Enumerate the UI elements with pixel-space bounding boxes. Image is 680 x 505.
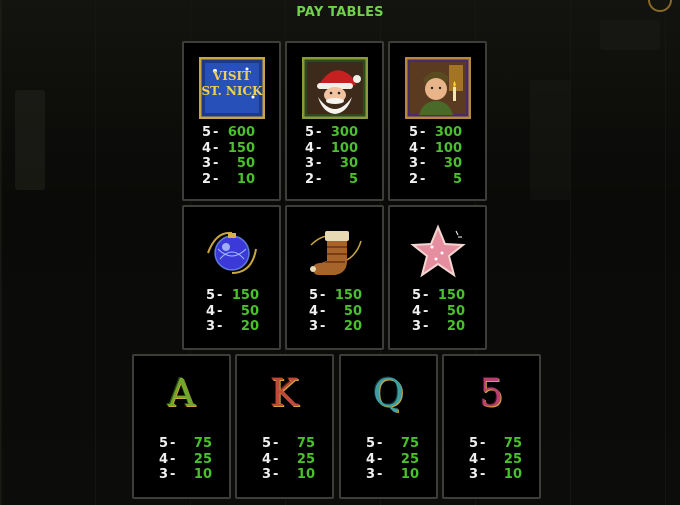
payout-row: 5-300 [409, 125, 462, 140]
payout-row: 4-50 [412, 303, 465, 319]
payout-row: 3-30 [305, 156, 358, 171]
payout-row: 3-10 [469, 467, 522, 482]
payout-row: 4-100 [409, 140, 462, 156]
payout-row: 4-25 [159, 451, 212, 467]
paytable-card-santa: 5-300 4-100 3-30 2-5 [285, 41, 384, 201]
stocking-icon [309, 231, 362, 275]
letter-q-icon: Q [372, 371, 405, 415]
paytable-card-5: 5 5-75 4-25 3-10 [442, 354, 541, 499]
payout-row: 4-100 [305, 140, 358, 156]
payout-row: 5-600 [202, 125, 255, 140]
boy-with-candle-icon [404, 57, 471, 119]
payout-list: 5-75 4-25 3-10 [262, 436, 315, 483]
letter-k-icon: K [270, 371, 299, 415]
payout-row: 5-300 [305, 125, 358, 140]
payout-list: 5-75 4-25 3-10 [469, 436, 522, 483]
payout-list: 5-75 4-25 3-10 [366, 436, 419, 483]
payout-row: 5-75 [159, 436, 212, 451]
payout-row: 2-5 [305, 171, 358, 187]
paytable-card-Q: Q 5-75 4-25 3-10 [339, 354, 438, 499]
payout-row: 3-10 [366, 467, 419, 482]
payout-row: 5-150 [412, 288, 465, 303]
letter-a-icon: A [167, 371, 196, 415]
payout-list: 5-75 4-25 3-10 [159, 436, 212, 483]
star-cookie-icon [409, 224, 466, 278]
background-decor [15, 90, 45, 190]
payout-row: 5-150 [206, 288, 259, 303]
paytable-card-ornament: 5-150 4-50 3-20 [182, 205, 281, 350]
logo-text: VISIT ST. NICK [201, 69, 263, 98]
payout-row: 4-25 [366, 451, 419, 467]
background-decor [600, 20, 660, 50]
paytable-card-star: 5-150 4-50 3-20 [388, 205, 487, 350]
payout-row: 5-75 [262, 436, 315, 451]
payout-list: 5-150 4-50 3-20 [206, 288, 259, 335]
payout-row: 5-150 [309, 288, 362, 303]
payout-row: 3-30 [409, 156, 462, 171]
ornament-icon [206, 231, 257, 274]
paytable-card-visit-st-nick: VISIT ST. NICK 5-600 4-150 3-50 2-10 [182, 41, 281, 201]
payout-row: 3-10 [262, 467, 315, 482]
paytable-card-A: A 5-75 4-25 3-10 [132, 354, 231, 499]
payout-row: 4-25 [262, 451, 315, 467]
page-title: PAY TABLES [296, 5, 384, 20]
payout-list: 5-150 4-50 3-20 [412, 288, 465, 335]
payout-list: 5-300 4-100 3-30 2-5 [409, 125, 462, 187]
payout-row: 3-20 [412, 319, 465, 334]
payout-row: 3-50 [202, 156, 255, 171]
paytable-card-boy: 5-300 4-100 3-30 2-5 [388, 41, 487, 201]
payout-list: 5-150 4-50 3-20 [309, 288, 362, 335]
payout-list: 5-300 4-100 3-30 2-5 [305, 125, 358, 187]
paytable-card-K: K 5-75 4-25 3-10 [235, 354, 334, 499]
number-5-icon: 5 [479, 371, 504, 415]
payout-row: 4-50 [206, 303, 259, 319]
payout-row: 4-150 [202, 140, 255, 156]
payout-row: 2-10 [202, 171, 255, 187]
payout-row: 3-10 [159, 467, 212, 482]
payout-row: 4-25 [469, 451, 522, 467]
background-decor [530, 80, 570, 200]
payout-list: 5-600 4-150 3-50 2-10 [202, 125, 255, 187]
santa-icon [301, 57, 368, 119]
payout-row: 5-75 [366, 436, 419, 451]
payout-row: 4-50 [309, 303, 362, 319]
payout-row: 2-5 [409, 171, 462, 187]
paytable-card-stocking: 5-150 4-50 3-20 [285, 205, 384, 350]
payout-row: 3-20 [206, 319, 259, 334]
payout-row: 3-20 [309, 319, 362, 334]
payout-row: 5-75 [469, 436, 522, 451]
